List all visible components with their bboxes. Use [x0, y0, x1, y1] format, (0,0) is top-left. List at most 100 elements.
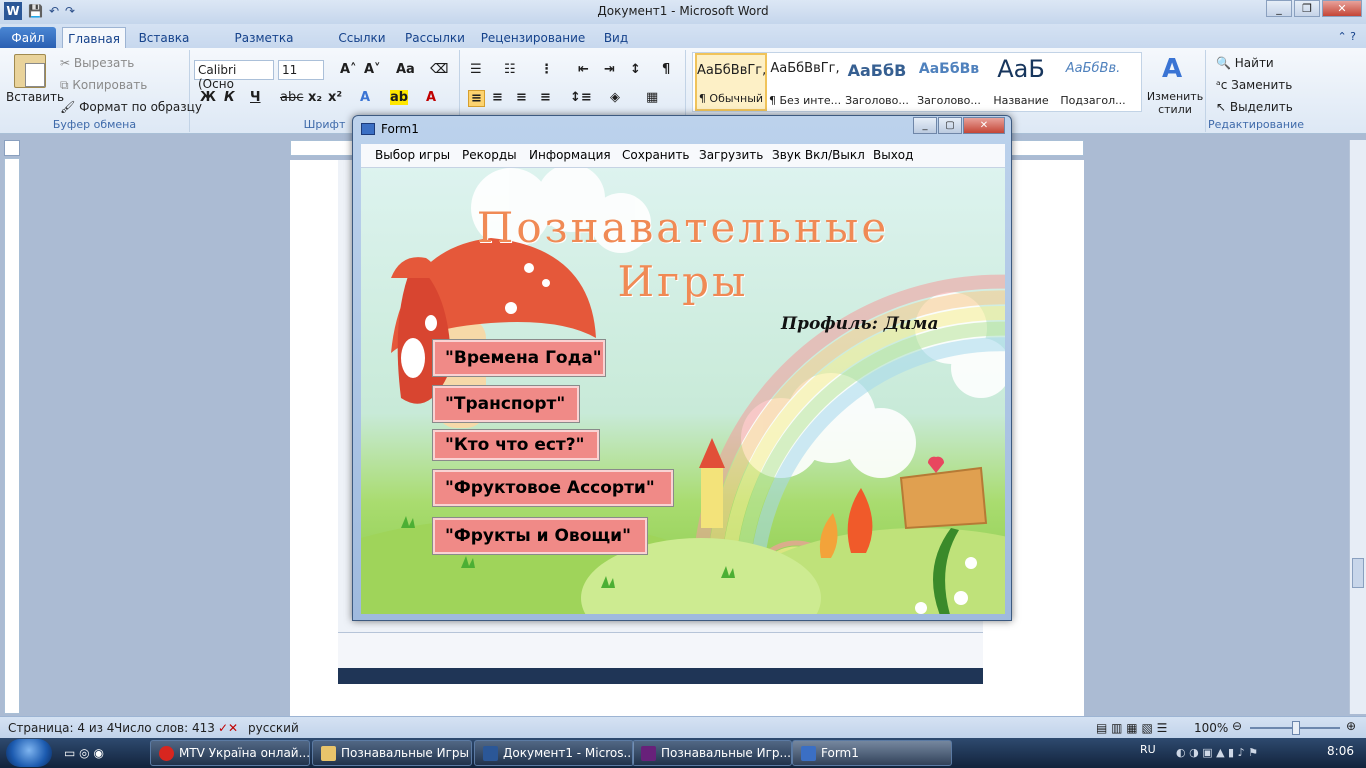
strikethrough-icon[interactable]: abc	[280, 90, 303, 105]
menu-sound-toggle[interactable]: Звук Вкл/Выкл	[772, 148, 865, 162]
bullets-icon[interactable]: ☰	[470, 62, 482, 77]
tab-insert[interactable]: Вставка	[134, 27, 194, 48]
tab-view[interactable]: Вид	[596, 27, 636, 48]
style-subtitle[interactable]: АаБбВв. Подзагол...	[1057, 53, 1129, 111]
menu-choose-game[interactable]: Выбор игры	[375, 148, 450, 162]
menu-records[interactable]: Рекорды	[462, 148, 517, 162]
taskbar-item-form1[interactable]: Form1	[792, 740, 952, 766]
tab-file[interactable]: Файл	[0, 27, 56, 48]
numbering-icon[interactable]: ☷	[504, 62, 516, 77]
game-button-who-eats-what[interactable]: "Кто что ест?"	[432, 429, 600, 461]
tab-home[interactable]: Главная	[62, 27, 126, 48]
paste-button[interactable]: Вставить	[6, 90, 64, 104]
taskbar-item-opera[interactable]: MTV Україна онлай...	[150, 740, 310, 766]
superscript-icon[interactable]: x²	[328, 90, 342, 105]
font-size-select[interactable]: 11	[278, 60, 324, 80]
style-normal[interactable]: АаБбВвГг, ¶ Обычный	[695, 53, 767, 111]
multilevel-icon[interactable]: ⋮	[540, 62, 553, 77]
increase-indent-icon[interactable]: ⇥	[604, 62, 615, 77]
align-left-icon[interactable]: ≡	[468, 90, 485, 107]
style-heading1[interactable]: АаБбВ Заголово...	[841, 53, 913, 111]
visual-studio-icon	[641, 746, 656, 761]
sort-icon[interactable]: ↕	[630, 62, 641, 77]
word-count[interactable]: Число слов: 413	[114, 721, 215, 735]
help-icon[interactable]: ⌃ ?	[1337, 30, 1356, 43]
menu-exit[interactable]: Выход	[873, 148, 913, 162]
find-button[interactable]: 🔍 Найти	[1216, 56, 1274, 70]
menu-save[interactable]: Сохранить	[622, 148, 690, 162]
style-label: Подзагол...	[1060, 94, 1126, 107]
tab-page-layout[interactable]: Разметка страницы	[204, 27, 324, 59]
style-preview: АаБбВв	[918, 61, 980, 77]
game-button-fruits-vegetables[interactable]: "Фрукты и Овощи"	[432, 517, 648, 555]
bold-icon[interactable]: Ж	[200, 90, 216, 105]
vertical-scrollbar[interactable]	[1349, 140, 1366, 714]
clock[interactable]: 8:06	[1327, 744, 1354, 758]
scrollbar-thumb[interactable]	[1352, 558, 1364, 588]
line-spacing-icon[interactable]: ↕≡	[570, 90, 592, 105]
view-buttons[interactable]: ▤ ▥ ▦ ▧ ☰	[1096, 721, 1167, 735]
subscript-icon[interactable]: x₂	[308, 90, 322, 105]
form-minimize-button[interactable]: _	[913, 117, 937, 134]
tab-mailings[interactable]: Рассылки	[400, 27, 470, 48]
shading-icon[interactable]: ◈	[610, 90, 620, 105]
highlight-icon[interactable]: ab	[390, 90, 409, 105]
maximize-button[interactable]: ❐	[1294, 0, 1320, 17]
quick-launch-icons[interactable]: ▭ ◎ ◉	[64, 746, 104, 760]
text-effects-icon[interactable]: A	[360, 90, 370, 105]
zoom-slider-knob[interactable]	[1292, 721, 1300, 735]
zoom-out-icon[interactable]: ⊖	[1232, 719, 1242, 733]
game-button-transport[interactable]: "Транспорт"	[432, 385, 580, 423]
taskbar-item-visual-studio[interactable]: Познавальные Игр...	[632, 740, 792, 766]
underline-icon[interactable]: Ч	[250, 90, 261, 105]
italic-icon[interactable]: К	[224, 90, 235, 105]
menu-load[interactable]: Загрузить	[699, 148, 763, 162]
taskbar-item-word[interactable]: Документ1 - Micros...	[474, 740, 634, 766]
clear-format-icon[interactable]: ⌫	[430, 62, 448, 77]
pilcrow-icon[interactable]: ¶	[662, 62, 670, 77]
game-button-seasons[interactable]: "Времена Года"	[432, 339, 606, 377]
close-button[interactable]: ✕	[1322, 0, 1362, 17]
format-painter-button[interactable]: 🖌 Формат по образцу	[60, 100, 202, 114]
decrease-indent-icon[interactable]: ⇤	[578, 62, 589, 77]
zoom-level[interactable]: 100%	[1194, 721, 1228, 735]
minimize-button[interactable]: _	[1266, 0, 1292, 17]
copy-button[interactable]: ⧉ Копировать	[60, 78, 147, 93]
tab-review[interactable]: Рецензирование	[480, 27, 586, 48]
taskbar-item-folder[interactable]: Познавальные Игры	[312, 740, 472, 766]
page-count[interactable]: Страница: 4 из 4	[8, 721, 114, 735]
input-language[interactable]: RU	[1140, 743, 1156, 756]
ruler-toggle[interactable]	[4, 140, 20, 156]
style-no-spacing[interactable]: АаБбВвГг, ¶ Без инте...	[769, 53, 841, 111]
menu-info[interactable]: Информация	[529, 148, 611, 162]
font-color-icon[interactable]: A	[426, 90, 436, 105]
tab-references[interactable]: Ссылки	[334, 27, 390, 48]
window-title: Документ1 - Microsoft Word	[597, 4, 769, 18]
style-heading2[interactable]: АаБбВв Заголово...	[913, 53, 985, 111]
vertical-ruler[interactable]	[4, 158, 20, 714]
change-styles-button[interactable]: Изменить стили	[1146, 90, 1204, 116]
align-center-icon[interactable]: ≡	[492, 90, 503, 105]
select-button[interactable]: ↖ Выделить	[1216, 100, 1293, 114]
form-close-button[interactable]: ✕	[963, 117, 1005, 134]
tray-icons[interactable]: ◐ ◑ ▣ ▲ ▮ ♪ ⚑	[1176, 746, 1258, 759]
align-right-icon[interactable]: ≡	[516, 90, 527, 105]
proofing-icon[interactable]: ✓✕	[218, 721, 238, 735]
game-button-fruit-assorti[interactable]: "Фруктовое Ассорти"	[432, 469, 674, 507]
paste-icon[interactable]	[14, 54, 46, 88]
justify-icon[interactable]: ≡	[540, 90, 551, 105]
borders-icon[interactable]: ▦	[646, 90, 658, 105]
shrink-font-icon[interactable]: A˅	[364, 62, 381, 77]
editing-group-label: Редактирование	[1208, 118, 1304, 131]
language-indicator[interactable]: русский	[248, 721, 299, 735]
start-button[interactable]	[6, 739, 52, 767]
change-styles-icon[interactable]: A	[1162, 54, 1182, 84]
grow-font-icon[interactable]: A˄	[340, 62, 357, 77]
cut-button[interactable]: ✂ Вырезать	[60, 56, 134, 70]
change-case-icon[interactable]: Aa	[396, 62, 415, 77]
zoom-in-icon[interactable]: ⊕	[1346, 719, 1356, 733]
form-maximize-button[interactable]: ▢	[938, 117, 962, 134]
style-title[interactable]: АаБ Название	[985, 53, 1057, 111]
font-name-select[interactable]: Calibri (Осно	[194, 60, 274, 91]
replace-button[interactable]: ᵃc Заменить	[1216, 78, 1292, 92]
